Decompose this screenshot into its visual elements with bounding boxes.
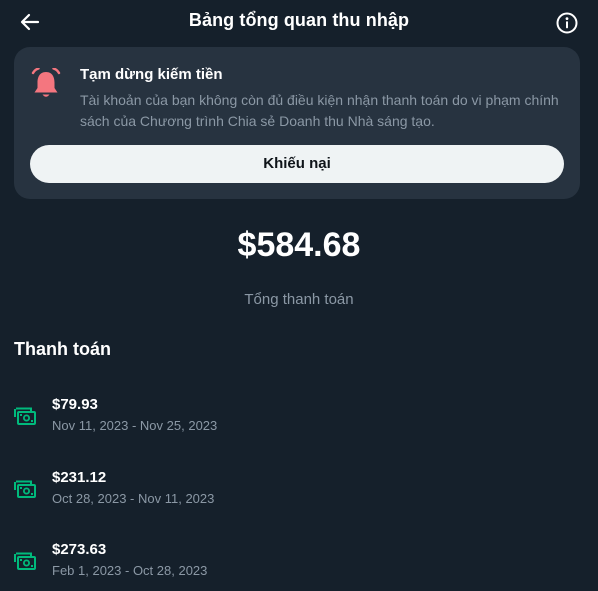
money-icon [14, 480, 36, 498]
page-title: Bảng tổng quan thu nhập [188, 10, 410, 30]
header-bar: Bảng tổng quan thu nhập [0, 0, 598, 44]
appeal-button[interactable]: Khiếu nại [30, 145, 564, 183]
payment-period: Nov 11, 2023 - Nov 25, 2023 [52, 418, 218, 433]
info-button[interactable] [555, 11, 579, 35]
bell-alert-icon [31, 68, 61, 97]
payment-item: $79.93 Nov 11, 2023 - Nov 25, 2023 [0, 396, 598, 446]
info-icon [556, 12, 578, 34]
payment-amount: $79.93 [52, 396, 98, 413]
alert-description: Tài khoản của bạn không còn đủ điều kiện… [80, 92, 559, 129]
payment-period: Oct 28, 2023 - Nov 11, 2023 [52, 491, 215, 506]
monetization-paused-card: Tạm dừng kiếm tiền Tài khoản của bạn khô… [14, 47, 580, 199]
payment-amount: $231.12 [52, 469, 107, 486]
payment-item: $231.12 Oct 28, 2023 - Nov 11, 2023 [0, 469, 598, 519]
payments-section-title: Thanh toán [14, 339, 111, 359]
payment-amount: $273.63 [52, 541, 107, 558]
alert-title: Tạm dừng kiếm tiền [80, 66, 223, 83]
total-payout-label: Tổng thanh toán [244, 291, 354, 308]
money-icon [14, 407, 36, 425]
payment-item: $273.63 Feb 1, 2023 - Oct 28, 2023 [0, 541, 598, 591]
money-icon [14, 552, 36, 570]
payment-period: Feb 1, 2023 - Oct 28, 2023 [52, 563, 208, 578]
total-payout-amount: $584.68 [237, 226, 361, 264]
